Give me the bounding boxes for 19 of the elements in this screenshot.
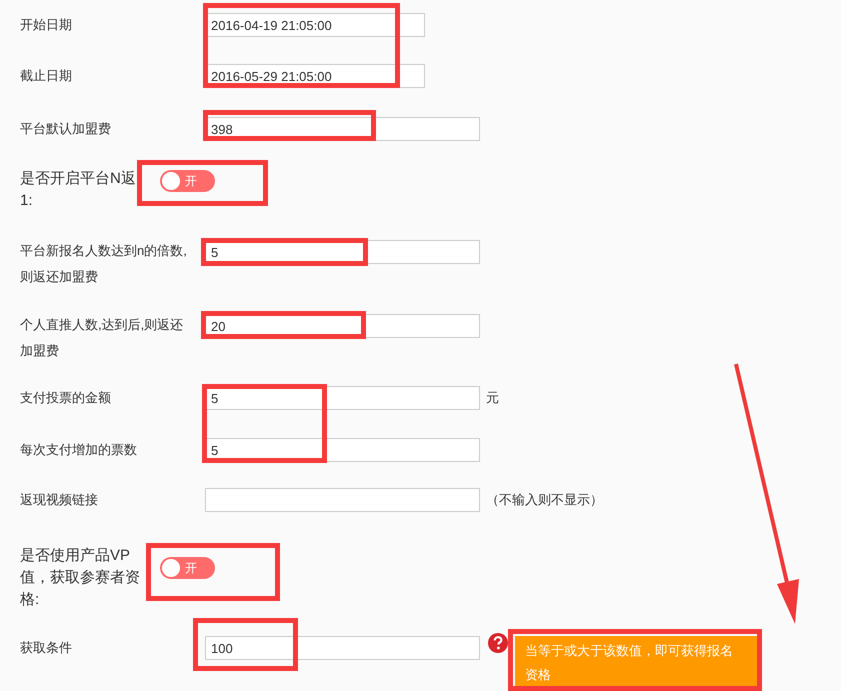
input-field[interactable]: 5 <box>205 386 480 410</box>
field-label: 平台新报名人数达到n的倍数,则返还加盟费 <box>20 242 188 286</box>
unit-label: 元 <box>486 389 499 407</box>
field-label: 是否使用产品VP值，获取参赛者资格: <box>20 546 141 610</box>
input-field[interactable] <box>205 488 480 512</box>
input-field[interactable]: 100 <box>205 636 480 660</box>
unit-label: （不输入则不显示） <box>486 491 603 509</box>
field-label: 每次支付增加的票数 <box>20 441 138 459</box>
field-label: 个人直推人数,达到后,则返还加盟费 <box>20 316 184 360</box>
field-label: 返现视频链接 <box>20 491 99 509</box>
field-label: 截止日期 <box>20 67 73 85</box>
field-label: 获取条件 <box>20 639 73 657</box>
field-label: 平台默认加盟费 <box>20 120 112 138</box>
field-label: 支付投票的金额 <box>20 389 112 407</box>
field-label: 开始日期 <box>20 16 73 34</box>
field-label: 是否开启平台N返1: <box>20 169 137 211</box>
input-field[interactable]: 5 <box>205 438 480 462</box>
help-icon[interactable] <box>488 633 508 653</box>
input-field[interactable]: 2016-04-19 21:05:00 <box>205 13 425 37</box>
